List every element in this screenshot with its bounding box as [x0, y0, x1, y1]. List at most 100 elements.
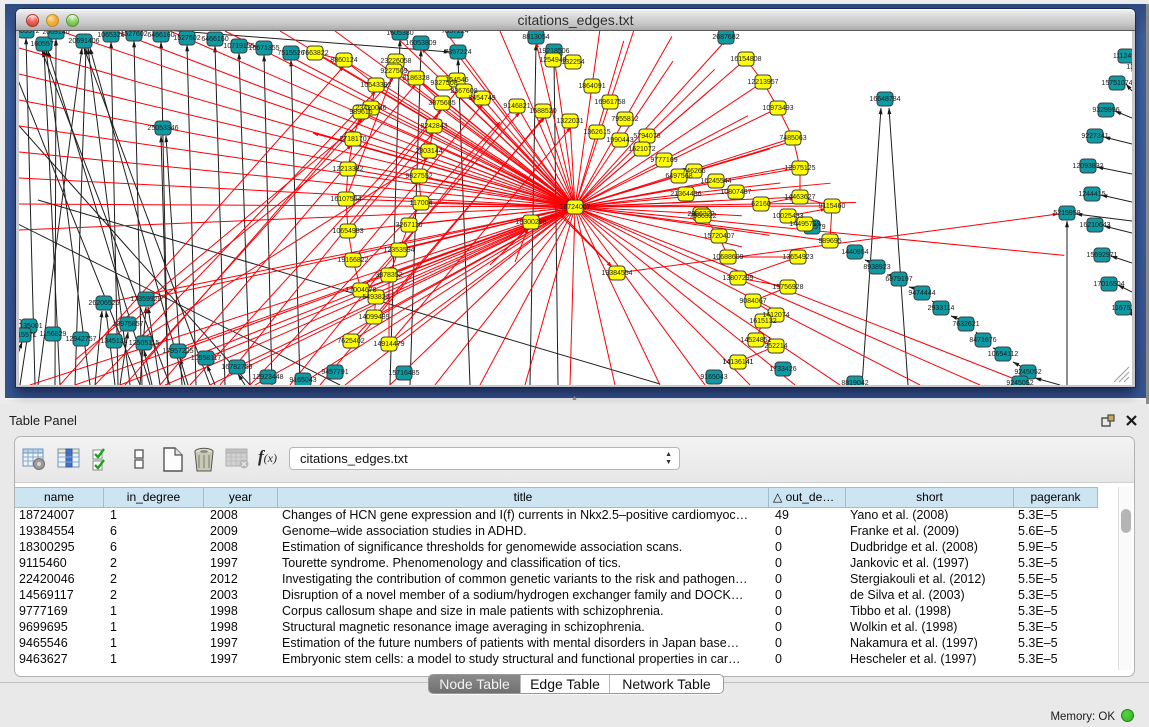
svg-text:8813054: 8813054 [522, 34, 549, 41]
svg-text:7357224: 7357224 [441, 31, 468, 35]
svg-text:9084067: 9084067 [739, 298, 766, 305]
svg-text:1244415: 1244415 [1078, 191, 1105, 198]
svg-text:1440954: 1440954 [841, 249, 868, 256]
svg-text:7632621: 7632621 [952, 321, 979, 328]
svg-text:12975125: 12975125 [784, 165, 815, 172]
svg-text:2687682: 2687682 [712, 34, 739, 41]
svg-text:15716485: 15716485 [388, 370, 419, 377]
svg-text:10688609: 10688609 [712, 254, 743, 261]
svg-text:989615: 989615 [349, 109, 372, 116]
svg-text:25053346: 25053346 [147, 125, 178, 132]
svg-text:9474444: 9474444 [908, 290, 935, 297]
svg-text:16053809: 16053809 [405, 40, 436, 47]
svg-text:17359928: 17359928 [130, 296, 161, 303]
svg-text:6497568: 6497568 [665, 173, 692, 180]
svg-text:6879197: 6879197 [885, 276, 912, 283]
svg-text:3875685: 3875685 [428, 100, 455, 107]
svg-text:1733426: 1733426 [769, 366, 796, 373]
svg-text:9115460: 9115460 [819, 203, 846, 210]
svg-text:5215958: 5215958 [1053, 210, 1080, 217]
svg-text:8242843: 8242843 [420, 123, 447, 130]
svg-text:15756928: 15756928 [772, 284, 803, 291]
svg-text:16245544: 16245544 [700, 178, 731, 185]
svg-text:2367608: 2367608 [450, 88, 477, 95]
svg-text:62160: 62160 [751, 201, 771, 208]
svg-text:18300295: 18300295 [515, 219, 546, 226]
svg-text:10975857: 10975857 [112, 321, 143, 328]
svg-text:16154808: 16154808 [730, 56, 761, 63]
svg-text:2803144: 2803144 [415, 148, 442, 155]
svg-text:10543392: 10543392 [360, 82, 391, 89]
svg-text:9245052: 9245052 [1006, 380, 1033, 385]
svg-text:10807487: 10807487 [720, 189, 751, 196]
svg-text:10654983: 10654983 [332, 228, 363, 235]
svg-text:10958117: 10958117 [191, 355, 222, 362]
svg-text:1312546: 1312546 [1126, 64, 1132, 71]
svg-text:8860124: 8860124 [330, 57, 357, 64]
svg-text:117004: 117004 [410, 200, 433, 207]
svg-text:7955812: 7955812 [611, 116, 638, 123]
svg-text:14099489: 14099489 [358, 314, 389, 321]
svg-text:16961758: 16961758 [594, 99, 625, 106]
svg-text:7986322: 7986322 [689, 213, 716, 220]
svg-text:2933114: 2933114 [928, 305, 955, 312]
svg-text:3915571: 3915571 [19, 332, 37, 339]
svg-text:154546: 154546 [445, 77, 468, 84]
svg-text:9245052: 9245052 [1014, 369, 1041, 376]
svg-text:12942757: 12942757 [65, 336, 96, 343]
svg-text:5794078: 5794078 [633, 133, 660, 140]
svg-text:7625402: 7625402 [337, 338, 364, 345]
svg-text:10654112: 10654112 [988, 351, 1019, 358]
svg-text:13807299: 13807299 [722, 275, 753, 282]
svg-text:10973493: 10973493 [762, 105, 793, 112]
svg-text:9227509: 9227509 [380, 68, 407, 75]
svg-text:8471676: 8471676 [969, 337, 996, 344]
svg-text:1605572: 1605572 [30, 41, 57, 48]
svg-text:9165043: 9165043 [700, 374, 727, 381]
svg-text:4135001: 4135001 [19, 323, 43, 330]
svg-text:2718170: 2718170 [339, 136, 366, 143]
svg-text:15720407: 15720407 [703, 233, 734, 240]
svg-text:8186328: 8186328 [402, 75, 429, 82]
svg-text:16648784: 16648784 [869, 96, 900, 103]
svg-text:7663822: 7663822 [301, 50, 328, 57]
svg-text:10025433: 10025433 [772, 213, 803, 220]
svg-text:7485063: 7485063 [779, 135, 806, 142]
svg-text:1345131: 1345131 [100, 338, 127, 345]
svg-text:1864091: 1864091 [578, 83, 605, 90]
svg-text:19166822: 19166822 [337, 257, 368, 264]
svg-text:8819042: 8819042 [841, 380, 868, 385]
svg-text:14914479: 14914479 [373, 341, 404, 348]
svg-text:9146821: 9146821 [503, 103, 530, 110]
svg-text:8938923: 8938923 [863, 264, 890, 271]
svg-text:1990443: 1990443 [606, 137, 633, 144]
svg-text:12213957: 12213957 [747, 79, 778, 86]
svg-text:12353594: 12353594 [383, 247, 414, 254]
svg-text:1362615: 1362615 [583, 129, 610, 136]
svg-text:17004678: 17004678 [345, 287, 376, 294]
svg-text:15692971: 15692971 [1086, 252, 1117, 259]
svg-text:9777169: 9777169 [650, 157, 677, 164]
svg-text:18724007: 18724007 [559, 204, 590, 211]
svg-text:26206526: 26206526 [88, 300, 119, 307]
svg-text:1254949: 1254949 [539, 57, 566, 64]
svg-text:17957225: 17957225 [162, 348, 193, 355]
svg-text:5493822: 5493822 [362, 294, 389, 301]
svg-text:16782759: 16782759 [221, 364, 252, 371]
svg-text:116753: 116753 [1112, 305, 1132, 312]
svg-text:6466160: 6466160 [147, 32, 174, 39]
svg-text:12923448: 12923448 [252, 374, 283, 381]
svg-text:1112491: 1112491 [1113, 53, 1132, 60]
svg-text:23226058: 23226058 [380, 58, 411, 65]
svg-text:21364436: 21364436 [670, 191, 701, 198]
svg-text:1527602: 1527602 [120, 31, 147, 38]
svg-text:1615132: 1615132 [749, 318, 776, 325]
svg-text:1605380: 1605380 [386, 31, 413, 37]
svg-text:14136141: 14136141 [722, 359, 753, 366]
svg-text:3267110: 3267110 [396, 222, 423, 229]
svg-text:19384554: 19384554 [601, 270, 632, 277]
svg-text:1588520: 1588520 [529, 108, 556, 115]
svg-text:9329996: 9329996 [1092, 107, 1119, 114]
svg-text:16671355: 16671355 [248, 45, 279, 52]
svg-text:12093832: 12093832 [1072, 163, 1103, 170]
